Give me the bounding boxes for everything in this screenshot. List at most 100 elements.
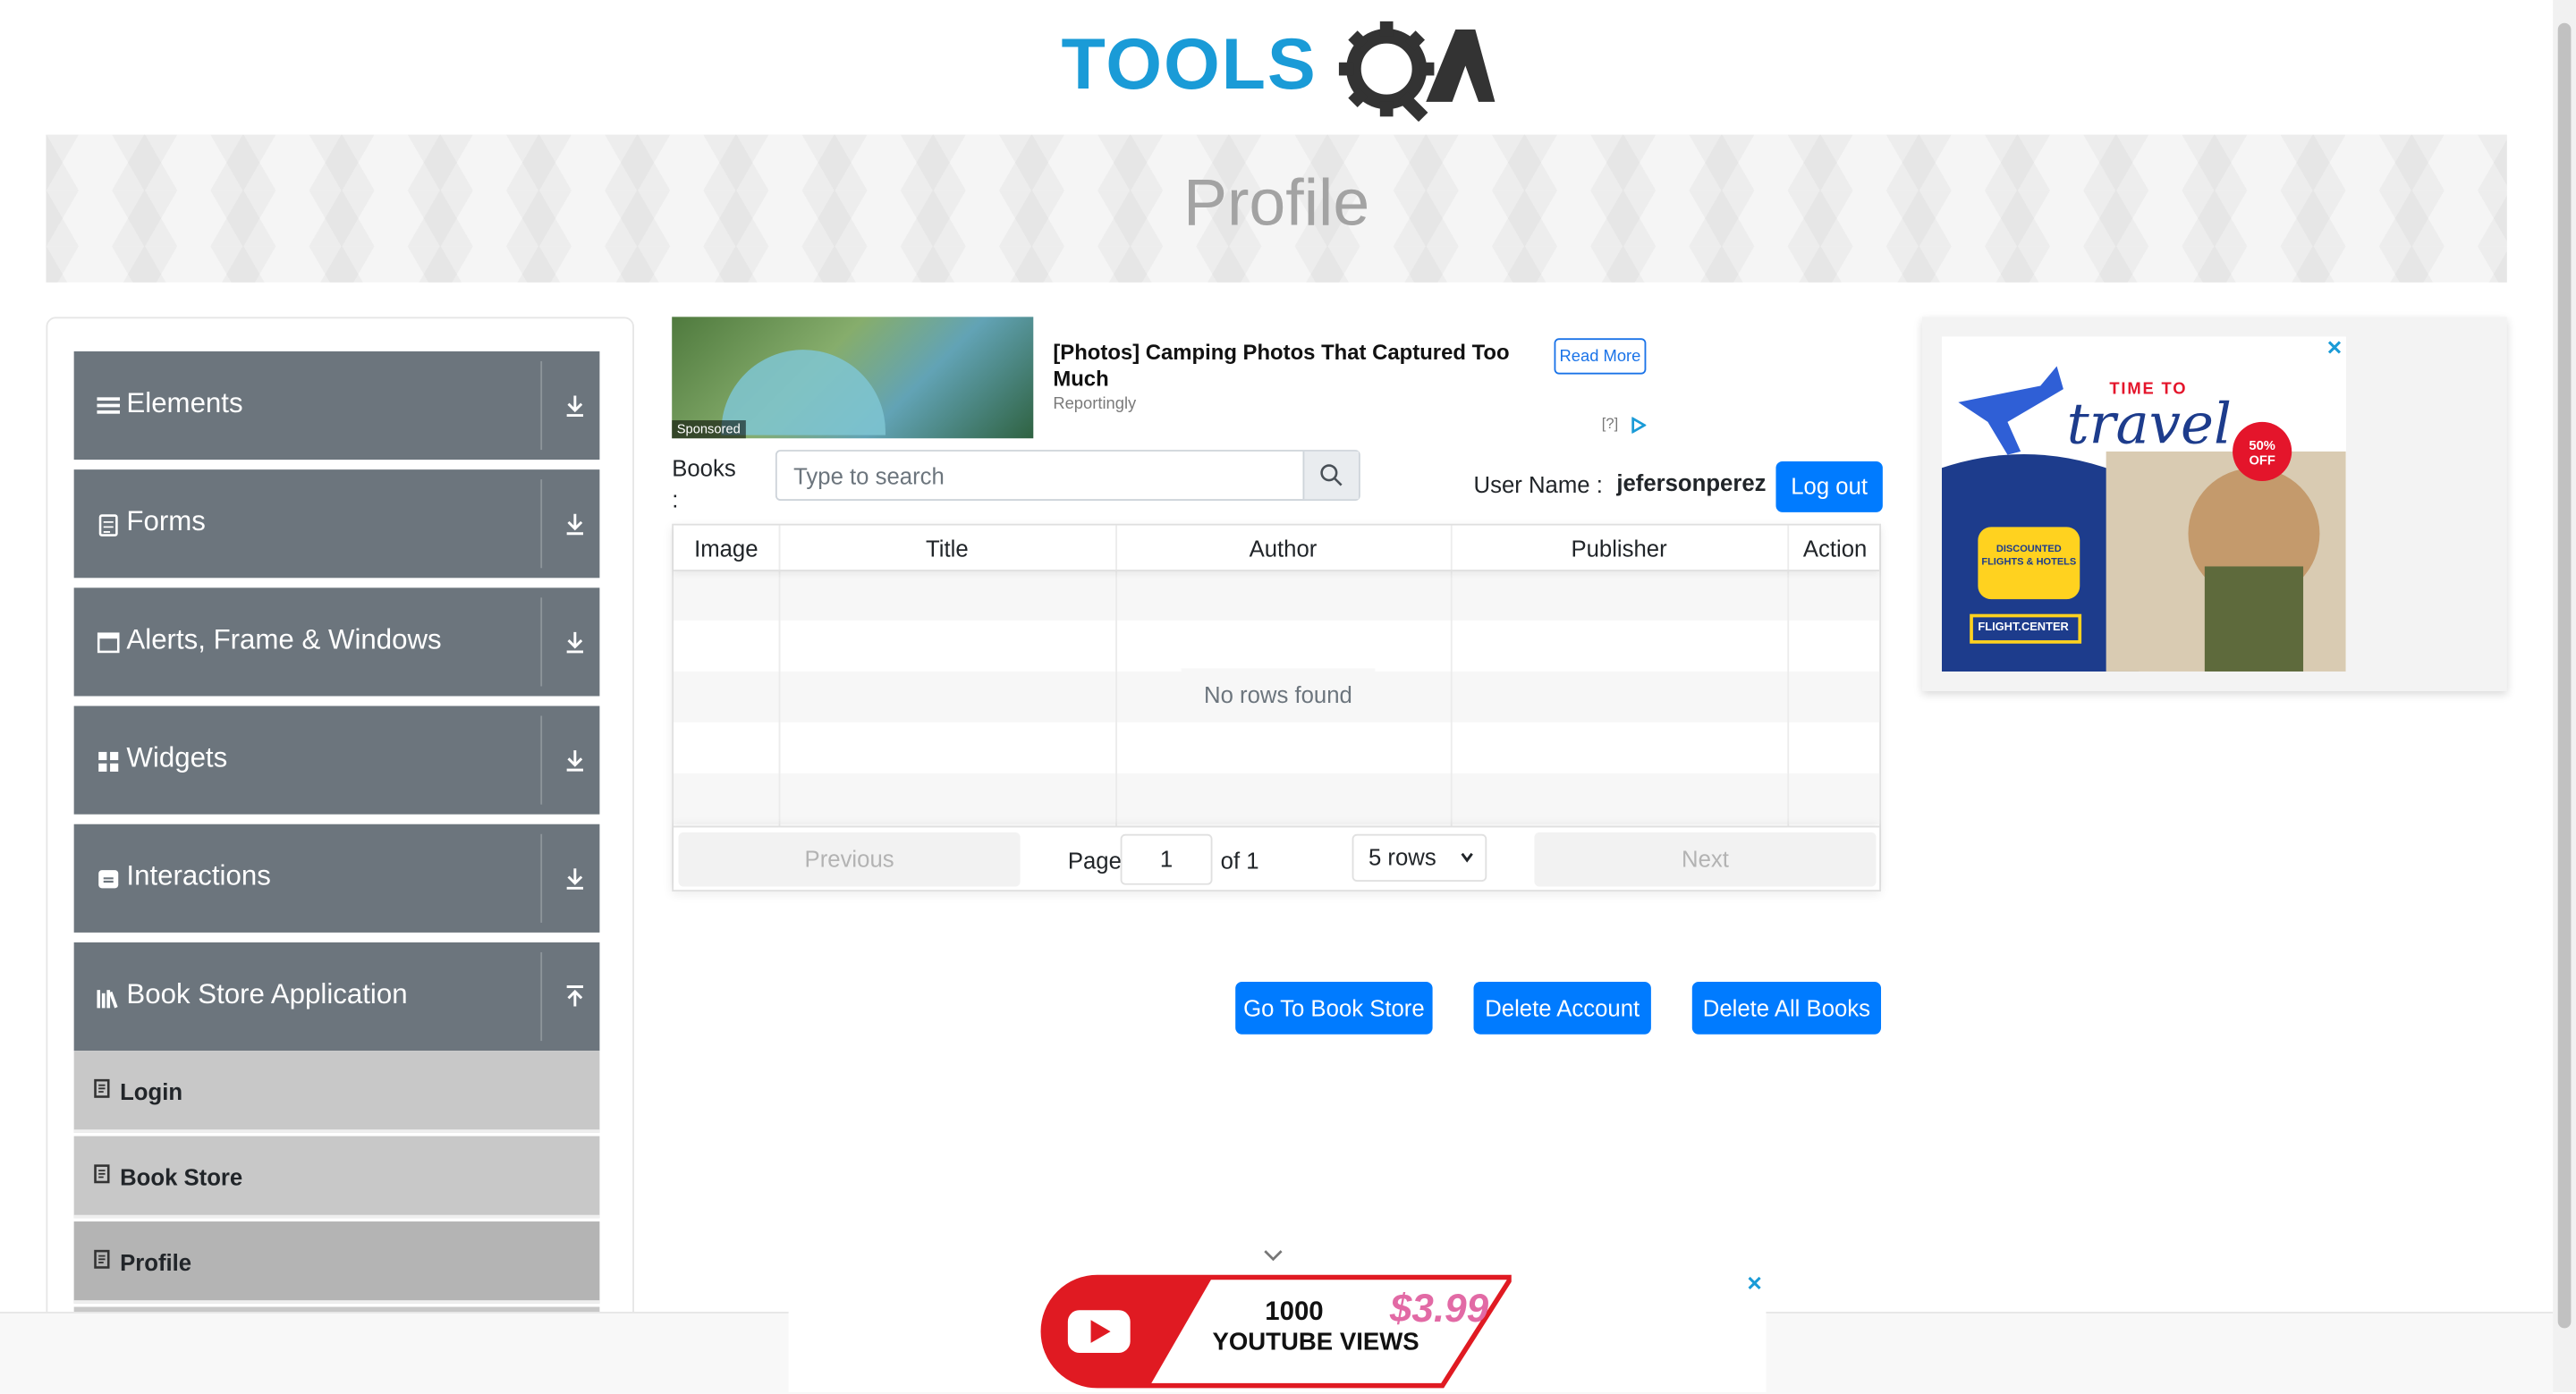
sidebar-item-label: Book Store (120, 1163, 243, 1191)
rows-per-page-select[interactable]: 5 rows (1352, 833, 1487, 882)
collapse-arrow-icon[interactable] (564, 982, 587, 1011)
divider (540, 951, 543, 1042)
search-icon (1320, 464, 1343, 486)
username-value: jefersonperez (1616, 469, 1767, 496)
expand-arrow-icon[interactable] (564, 391, 587, 420)
document-icon (94, 1078, 110, 1098)
sidebar-item-label: Profile (120, 1249, 192, 1276)
logout-button[interactable]: Log out (1775, 460, 1883, 512)
youtube-ad-line1: 1000 (1265, 1298, 1324, 1327)
sidebar-item-profile[interactable]: Profile (73, 1221, 600, 1304)
sidebar-item-label: Login (120, 1078, 183, 1105)
sidebar-group-book-store[interactable]: Book Store Application (73, 942, 600, 1052)
search-input[interactable] (776, 451, 1307, 500)
ad-source: Reportingly (1053, 395, 1137, 414)
books-icon (97, 990, 118, 1009)
sidebar-group-label: Widgets (126, 741, 228, 773)
toolsqa-logo[interactable]: TOOLS (1062, 20, 1496, 122)
adchoices-label[interactable]: [?] (1602, 416, 1618, 432)
sidebar-group-elements[interactable]: Elements (73, 351, 600, 460)
next-button[interactable]: Next (1534, 832, 1877, 887)
travel-ad[interactable]: TIME TO travel 50% OFF DISCOUNTED FLIGHT… (1921, 317, 2507, 691)
divider (540, 479, 543, 569)
scrollbar-thumb[interactable] (2557, 22, 2572, 1329)
youtube-ad-price: $3.99 (1389, 1287, 1489, 1332)
search-button[interactable] (1302, 451, 1359, 500)
sidebar-group-widgets[interactable]: Widgets (73, 705, 600, 815)
table-row (674, 621, 1879, 672)
chevron-down-icon[interactable] (1262, 1247, 1285, 1263)
divider (540, 715, 543, 805)
chevron-down-icon (1461, 852, 1473, 863)
sidebar-item-book-store[interactable]: Book Store (73, 1136, 600, 1219)
column-header-image[interactable]: Image (674, 536, 779, 562)
document-icon (94, 1164, 110, 1184)
divider (540, 360, 543, 451)
ad-read-more-button[interactable]: Read More (1554, 338, 1647, 375)
books-label: Books : (672, 454, 736, 512)
expand-arrow-icon[interactable] (564, 509, 587, 538)
page-total: of 1 (1220, 847, 1259, 874)
table-header: Image Title Author Publisher Action (674, 526, 1880, 571)
sidebar-group-interactions[interactable]: Interactions (73, 824, 600, 933)
username-label: User Name : (1473, 470, 1603, 498)
table-row (674, 570, 1880, 621)
expand-arrow-icon[interactable] (564, 864, 587, 893)
page-scrollbar[interactable] (2553, 0, 2576, 1393)
delete-account-button[interactable]: Delete Account (1473, 981, 1651, 1035)
form-icon (98, 514, 118, 536)
travel-ad-line2: travel (2066, 392, 2232, 459)
sidebar-group-label: Book Store Application (126, 978, 408, 1010)
rows-per-page-value: 5 rows (1368, 843, 1436, 871)
search-box (775, 450, 1360, 502)
sidebar-group-label: Forms (126, 505, 206, 537)
widgets-icon (98, 751, 119, 772)
column-header-author[interactable]: Author (1115, 536, 1451, 562)
sponsored-label: Sponsored (672, 420, 746, 439)
sidebar-group-label: Alerts, Frame & Windows (126, 623, 442, 655)
hamburger-icon (97, 397, 121, 414)
page-title: Profile (1182, 167, 1370, 241)
page-input[interactable]: 1 (1120, 833, 1213, 885)
interactions-icon (98, 870, 119, 889)
youtube-ad-line2: YOUTUBE VIEWS (1212, 1328, 1419, 1356)
divider (540, 597, 543, 687)
document-icon (94, 1249, 110, 1269)
table-row (674, 773, 1880, 824)
sponsored-ad[interactable]: Sponsored [Photos] Camping Photos That C… (672, 317, 1651, 439)
expand-arrow-icon[interactable] (564, 627, 587, 656)
ad-image[interactable]: Sponsored (672, 317, 1034, 439)
expand-arrow-icon[interactable] (564, 746, 587, 775)
column-header-action[interactable]: Action (1787, 536, 1883, 562)
travel-ad-badge: DISCOUNTED FLIGHTS & HOTELS (1981, 545, 2077, 569)
close-icon[interactable]: ✕ (1746, 1272, 1762, 1296)
go-to-book-store-button[interactable]: Go To Book Store (1235, 981, 1433, 1035)
sidebar-group-forms[interactable]: Forms (73, 469, 600, 579)
adchoices-icon[interactable] (1630, 417, 1647, 434)
sidebar-item-login[interactable]: Login (73, 1051, 600, 1133)
ad-image-tent (721, 350, 886, 435)
sidebar-group-alerts[interactable]: Alerts, Frame & Windows (73, 587, 600, 697)
column-header-title[interactable]: Title (779, 536, 1116, 562)
ad-headline[interactable]: [Photos] Camping Photos That Captured To… (1053, 340, 1530, 393)
sidebar-group-label: Elements (126, 387, 243, 419)
youtube-views-ad[interactable]: 1000 YOUTUBE VIEWS $3.99 ✕ (788, 1271, 1767, 1393)
table-row (674, 722, 1879, 773)
close-icon[interactable]: ✕ (2326, 336, 2343, 359)
column-header-publisher[interactable]: Publisher (1451, 536, 1788, 562)
pagination: Previous Page 1 of 1 5 rows Next (674, 825, 1880, 891)
window-icon (97, 632, 120, 654)
travel-ad-creative[interactable]: TIME TO travel 50% OFF DISCOUNTED FLIGHT… (1941, 336, 2346, 672)
previous-button[interactable]: Previous (678, 832, 1021, 887)
divider (540, 833, 543, 923)
page-banner: Profile (46, 134, 2507, 283)
sidebar: Elements Forms Alerts, Frame & Windows W… (46, 317, 634, 1372)
delete-all-books-button[interactable]: Delete All Books (1691, 981, 1882, 1035)
no-rows-message: No rows found (1181, 668, 1376, 722)
books-table: Image Title Author Publisher Action No r… (672, 523, 1882, 892)
travel-ad-discount: 50% OFF (2249, 438, 2275, 469)
page-label: Page (1067, 847, 1122, 874)
svg-text:TOOLS: TOOLS (1062, 24, 1318, 105)
travel-ad-brand: FLIGHT.CENTER (1978, 621, 2069, 634)
sidebar-group-label: Interactions (126, 860, 271, 892)
